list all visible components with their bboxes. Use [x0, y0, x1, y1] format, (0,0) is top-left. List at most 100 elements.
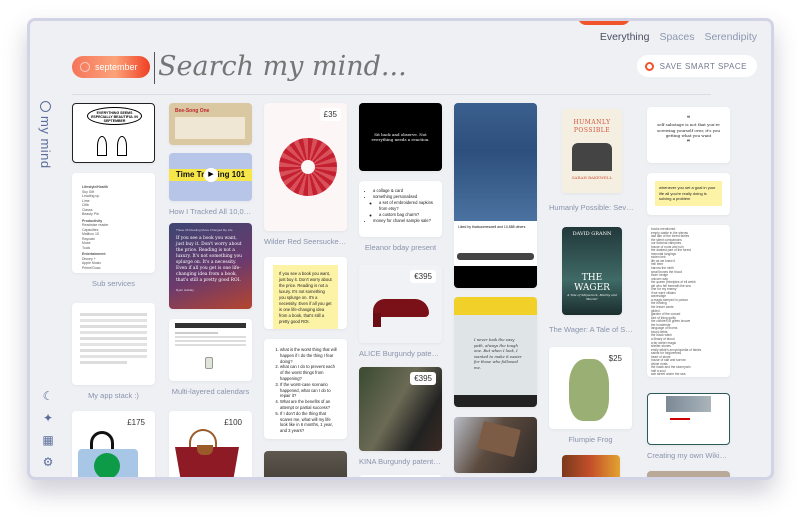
list-item: If I don't do the thing that scares me, …: [280, 411, 339, 434]
tag-pill-september[interactable]: september: [72, 56, 150, 78]
card-caption: ALICE Burgundy patent l...: [359, 349, 442, 358]
card-caption: Multi-layered calendars: [171, 387, 250, 396]
card-caption: The One Thing I Wish M...: [454, 479, 537, 480]
card-caption: Wilder Red Seersucker ...: [264, 237, 347, 246]
card-header: These 36 Reading Rules Changed My Life: [176, 228, 233, 232]
moon-icon[interactable]: ☾: [41, 389, 55, 403]
book-title: THE WAGER: [574, 273, 610, 293]
header-divider: [72, 94, 711, 95]
book-subtitle: A Tale of Shipwreck, Mutiny and Murder: [567, 293, 617, 301]
card-caption: My app stack :): [88, 391, 139, 400]
kina-shoe-card[interactable]: €395: [359, 367, 442, 451]
alice-shoe-card[interactable]: €395: [359, 265, 442, 343]
view-tabs: Everything Spaces Serendipity: [600, 31, 757, 43]
reading-rules-card[interactable]: These 36 Reading Rules Changed My Life I…: [169, 223, 252, 309]
list-item: If the worst-case scenario happened, wha…: [280, 382, 339, 399]
yellow-note-card[interactable]: If you see a book you want, just buy it.…: [264, 257, 347, 329]
circle-icon: [644, 61, 654, 71]
comic-card[interactable]: EVERYTHING SEEMS ESPECIALLY BEAUTIFUL IN…: [72, 103, 155, 163]
time-tracking-video-card[interactable]: Time Tracking 101 ▶: [169, 153, 252, 201]
tiktok-card[interactable]: Liked by thatsoomeswell and 10,888 other…: [454, 103, 537, 288]
text-caret: [154, 52, 155, 84]
notebook-image: [477, 420, 521, 458]
list-item: what is the worst thing that will happen…: [280, 347, 339, 364]
temple-photo-card[interactable]: [264, 451, 347, 477]
card-caption: Flumpie Frog: [568, 435, 613, 444]
list-item: What are the benefits of an attempt or p…: [280, 399, 339, 411]
fear-setting-card[interactable]: what is the worst thing that will happen…: [264, 339, 347, 439]
highlighted-note: If you see a book you want, just buy it.…: [273, 265, 338, 329]
list-item: what can I do to prevent each of the wor…: [280, 364, 339, 381]
card-partial[interactable]: [647, 471, 730, 477]
price-badge: €395: [410, 270, 436, 283]
card-caption: Sub services: [92, 279, 135, 288]
train-sign-card[interactable]: Bee-Song One: [169, 103, 252, 145]
bag-handle: [90, 431, 114, 449]
sub-services-card[interactable]: Lifestyle/Health Sky Gift Leading up Lim…: [72, 173, 155, 273]
card-partial[interactable]: [359, 475, 442, 477]
card-caption: KINA Burgundy patent le...: [359, 457, 442, 466]
notebook-card[interactable]: [454, 417, 537, 473]
active-tab-indicator: [578, 21, 630, 25]
book-author: SARAH BAKEWELL: [571, 175, 613, 180]
calendars-card[interactable]: [169, 319, 252, 381]
save-smart-space-label: SAVE SMART SPACE: [659, 61, 747, 71]
painting-card[interactable]: [562, 455, 620, 477]
blue-bag-card[interactable]: £175: [72, 411, 155, 477]
quote-text: If you see a book you want, just buy it.…: [176, 236, 242, 283]
card-caption: Eleanor bday present: [364, 243, 437, 252]
save-smart-space-button[interactable]: SAVE SMART SPACE: [636, 55, 757, 77]
brand-logo[interactable]: my mind: [38, 101, 53, 169]
sabotage-quote-card[interactable]: ❝ self sabotage is not that you're screw…: [647, 107, 730, 163]
card-caption: Creating my own Wikipe...: [647, 451, 730, 460]
goal-note-card[interactable]: whenever you set a goal in your life all…: [647, 173, 730, 215]
comic-figure: [117, 136, 127, 156]
book-author: DAVID GRANN: [572, 231, 612, 237]
wiki-card[interactable]: [647, 393, 730, 445]
book-quote-card[interactable]: I never took the easy path, always the t…: [454, 297, 537, 407]
watch-image: [205, 357, 213, 369]
red-bag-card[interactable]: £100: [169, 411, 252, 477]
the-wager-book-card[interactable]: DAVID GRANN THE WAGER A Tale of Shipwrec…: [562, 227, 622, 315]
books-list-card[interactable]: books mentioned empty castle in the sierr…: [647, 225, 730, 377]
list-item: Prime/Guac: [82, 265, 101, 270]
phone-nav-bar: [454, 266, 537, 288]
card-caption: Humanly Possible: Seven...: [549, 203, 635, 212]
list-item: Beauty Pie: [82, 212, 99, 216]
tab-everything[interactable]: Everything: [600, 31, 650, 43]
tab-spaces[interactable]: Spaces: [659, 31, 694, 43]
tag-pill-label: september: [95, 62, 138, 72]
tag-icon: [80, 62, 90, 72]
black-quote-card[interactable]: Sit back and observe. Not everything nee…: [359, 103, 442, 171]
quote-text: self sabotage is not that you're screwin…: [657, 122, 720, 138]
play-icon[interactable]: ▶: [204, 168, 218, 182]
list-item: Tools: [82, 245, 91, 250]
tab-serendipity[interactable]: Serendipity: [704, 31, 757, 43]
humanly-possible-book-card[interactable]: HUMANLY POSSIBLE SARAH BAKEWELL: [562, 109, 622, 193]
search-input[interactable]: [158, 51, 538, 82]
list-item: war street under the sea: [651, 372, 686, 377]
grid-icon[interactable]: ▦: [41, 433, 55, 447]
sparkles-icon[interactable]: ✦: [41, 411, 55, 425]
flumpie-frog-card[interactable]: $25: [549, 347, 632, 429]
card-caption: How I Tracked All 10,080...: [169, 207, 252, 216]
quote-author: Ryan Holiday: [176, 288, 194, 292]
likes-text: Liked by thatsoomeswell and 10,888 other…: [458, 225, 526, 229]
app-stack-card[interactable]: [72, 303, 155, 385]
scrunchie-card[interactable]: £35: [264, 103, 347, 231]
price-badge: £35: [319, 108, 341, 121]
app-window: Everything Spaces Serendipity september …: [27, 18, 774, 480]
bag-flap: [94, 453, 120, 477]
quote-mark-icon: ❝: [686, 115, 691, 122]
video-frame: [454, 103, 537, 221]
quote-text: Sit back and observe. Not everything nee…: [371, 131, 430, 143]
card-caption: The Wager: A Tale of Shi...: [549, 325, 635, 334]
price-badge: £100: [220, 416, 246, 429]
comic-speech-bubble: EVERYTHING SEEMS ESPECIALLY BEAUTIFUL IN…: [87, 107, 142, 125]
list-item: money for chanel sample sale?: [373, 218, 434, 224]
comic-figure: [97, 136, 107, 156]
price-badge: €395: [410, 372, 436, 385]
bday-list-card[interactable]: a collage & card something personalised …: [359, 181, 442, 237]
gear-icon[interactable]: ⚙: [41, 455, 55, 469]
card-grid: EVERYTHING SEEMS ESPECIALLY BEAUTIFUL IN…: [72, 103, 732, 480]
